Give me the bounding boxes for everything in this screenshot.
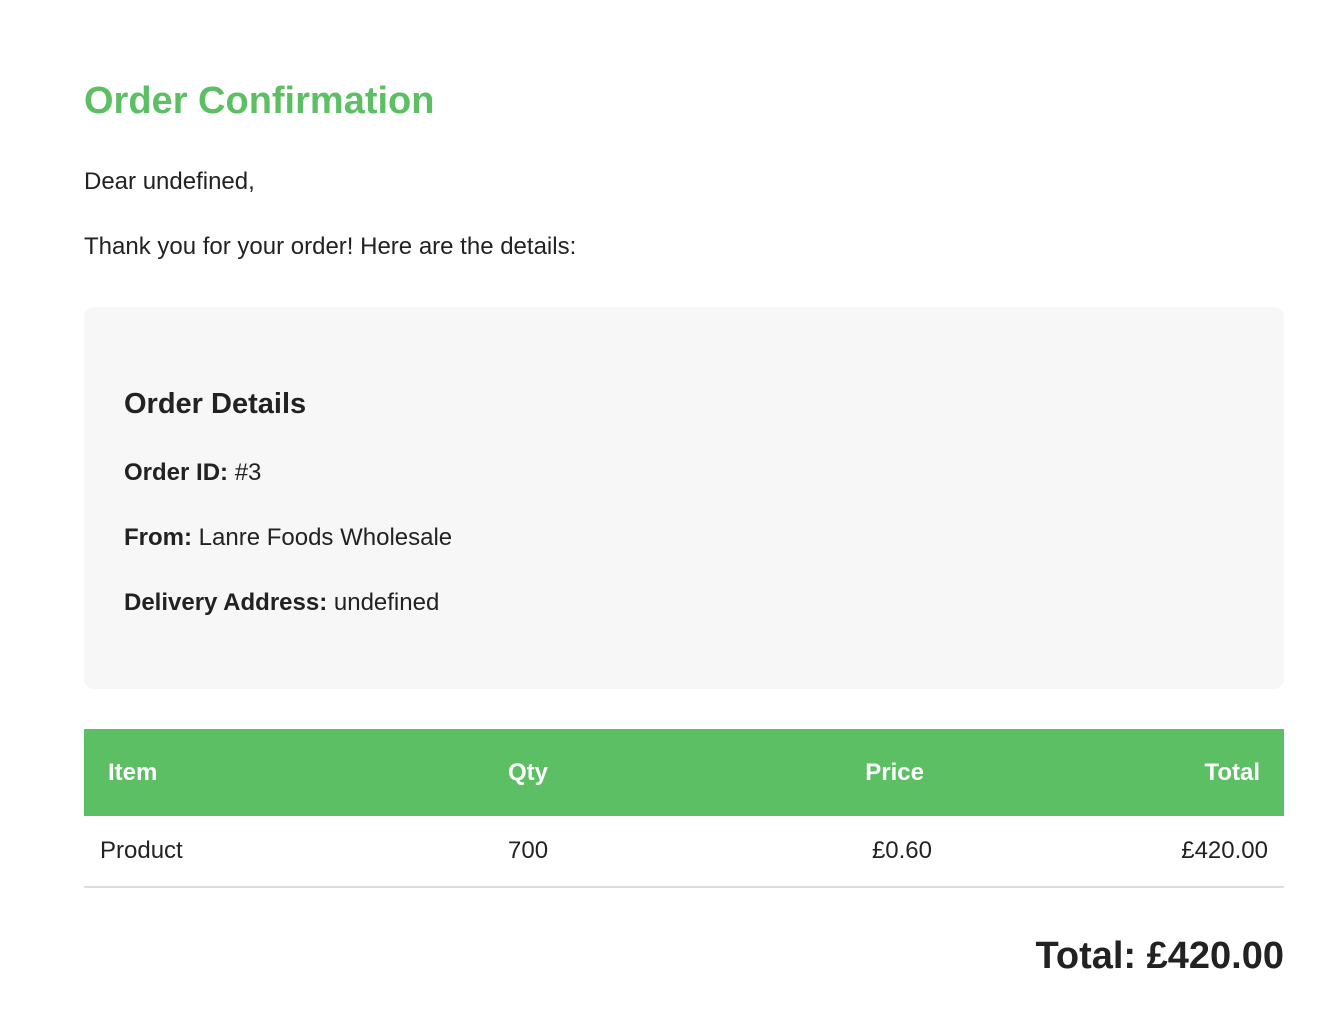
table-row: Product 700 £0.60 £420.00 (84, 816, 1284, 887)
column-header-total: Total (1204, 758, 1260, 786)
order-items-table: Item Qty Price Total Product 700 £0.60 £… (84, 729, 1284, 888)
from-label: From: (124, 524, 192, 551)
column-header-qty: Qty (508, 758, 549, 786)
from-value: Lanre Foods Wholesale (198, 524, 453, 551)
row-item-cell: Product (100, 837, 183, 864)
column-header-item: Item (108, 758, 158, 786)
page-title: Order Confirmation (84, 80, 435, 122)
order-id-label: Order ID: (124, 459, 229, 486)
order-details-heading: Order Details (124, 388, 307, 420)
greeting-text: Dear undefined, (84, 168, 255, 195)
column-header-price: Price (865, 758, 924, 786)
delivery-address-value: undefined (333, 589, 440, 616)
order-id-value: #3 (234, 459, 262, 486)
row-price-cell: £0.60 (871, 837, 932, 864)
table-header-row: Item Qty Price Total (84, 729, 1284, 816)
grand-total: Total: £420.00 (1035, 935, 1284, 977)
order-id-line: Order ID: #3 (124, 458, 261, 488)
from-line: From: Lanre Foods Wholesale (124, 523, 452, 553)
row-total-cell: £420.00 (1181, 837, 1268, 864)
intro-text: Thank you for your order! Here are the d… (84, 233, 577, 260)
delivery-address-line: Delivery Address: undefined (124, 588, 439, 618)
order-details-panel: Order Details Order ID: #3 From: Lanre F… (84, 307, 1284, 689)
delivery-address-label: Delivery Address: (124, 589, 328, 616)
row-qty-cell: 700 (508, 837, 549, 864)
